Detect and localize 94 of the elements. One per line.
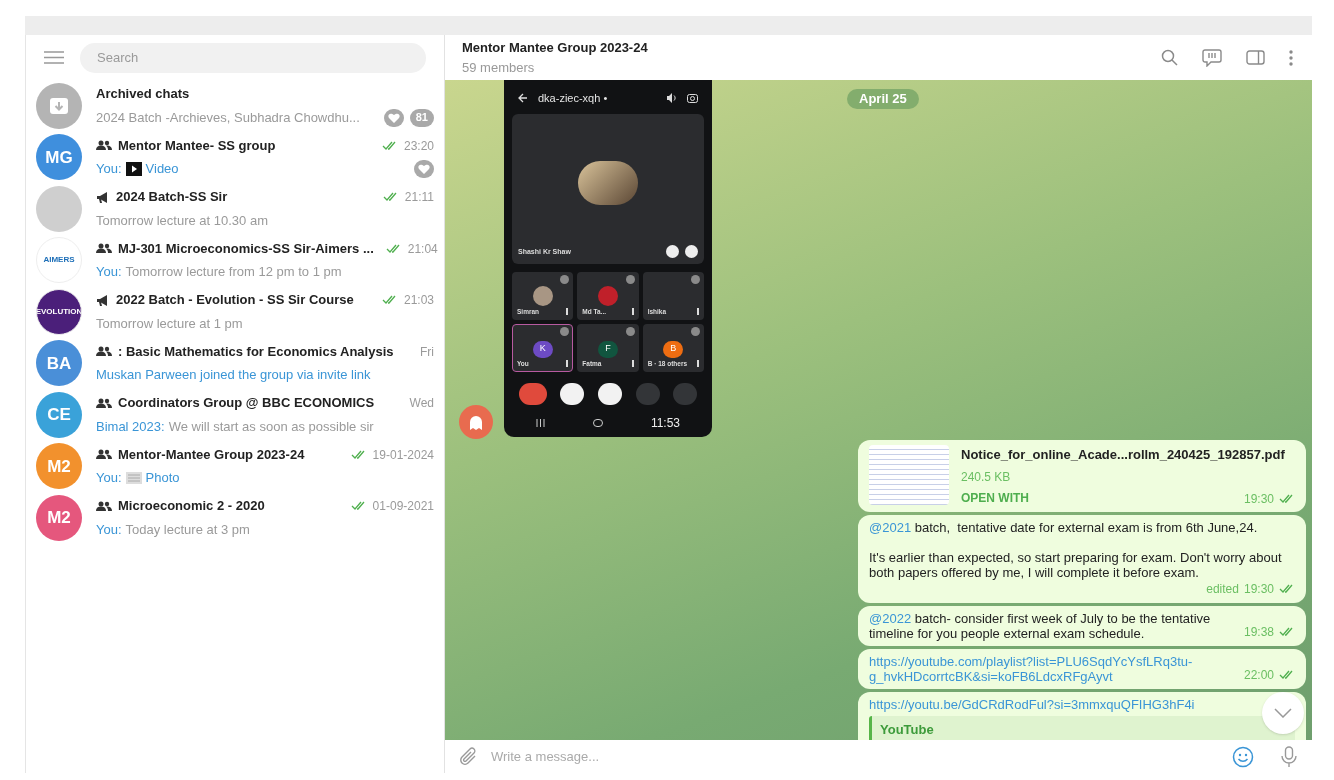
emoji-icon[interactable] <box>1232 745 1254 768</box>
search-icon[interactable] <box>1161 49 1178 66</box>
message-time: 19:30 <box>1243 490 1274 508</box>
edited-label: edited <box>1206 580 1239 598</box>
chat-list-item[interactable]: AIMERS MJ-301 Microeconomics-SS Sir-Aimers ... 21:04 You: Tomorrow lecture from 12 pm to 1 pm <box>26 234 444 286</box>
chat-title: Mentor Mantee Group 2023-24 <box>462 39 649 57</box>
avatar: MG <box>36 134 82 181</box>
group-icon <box>96 140 112 151</box>
participant-avatar: K <box>532 340 553 358</box>
back-arrow-icon <box>518 93 528 104</box>
chat-time: 19-01-2024 <box>372 446 434 464</box>
side-panel-icon[interactable] <box>1246 50 1265 65</box>
microphone-icon[interactable] <box>1280 745 1298 768</box>
preview-sender: You: <box>96 469 122 488</box>
photo-placeholder <box>578 160 638 205</box>
participant-avatar: F <box>598 340 618 358</box>
file-size: 240.5 KB <box>961 468 1012 486</box>
date-label: April 25 <box>847 89 919 109</box>
chat-list-item[interactable]: M2 Microeconomic 2 - 2020 01-09-2021 You: Today lecture at 3 pm <box>26 492 444 544</box>
chat-list-item[interactable]: 2024 Batch-SS Sir 21:11 Tomorrow lecture at 10.30 am <box>26 183 444 235</box>
chat-title: : Basic Mathematics for Economics Analysis <box>118 342 394 361</box>
chat-preview: Muskan Parween joined the group via invite link <box>96 366 371 385</box>
chat-title: Microeconomic 2 - 2020 <box>118 497 265 516</box>
preview-sender: You: <box>96 263 122 282</box>
archive-icon <box>49 96 69 115</box>
home-icon <box>592 418 603 427</box>
preview-sender: You: <box>96 520 122 539</box>
chat-preview: 2024 Batch -Archieves, Subhadra Chowdhu... <box>96 108 360 127</box>
preview-sender: Bimal 2023: <box>96 417 165 436</box>
unread-count-badge: 81 <box>409 108 434 127</box>
group-icon <box>96 449 112 460</box>
message-text: @2021 batch, tentative date for external exam is from 6th June,24. <box>869 519 1259 535</box>
camera-switch-icon <box>687 93 698 104</box>
megaphone-icon <box>96 294 110 306</box>
chat-list-item[interactable]: EVOLUTION 2022 Batch - Evolution - SS Sir Course 21:03 Tomorrow lecture at 1 pm <box>26 286 444 338</box>
avatar: M2 <box>36 443 82 490</box>
chat-time: 21:04 <box>407 240 438 258</box>
chat-time: Fri <box>420 343 434 361</box>
chat-time: 01-09-2021 <box>372 498 434 515</box>
chat-title: Coordinators Group @ BBC ECONOMICS <box>118 394 375 413</box>
chat-list-item[interactable]: CE Coordinators Group @ BBC ECONOMICS Wed Bimal 2023: We will start as soon as possible sir <box>26 389 444 441</box>
speaker-icon <box>666 93 677 104</box>
logo-text: AIMERS <box>43 254 75 267</box>
chat-preview: Photo <box>145 469 180 488</box>
group-icon <box>96 243 112 254</box>
chat-title: Archived chats <box>96 85 190 104</box>
message-text: @2022 batch- consider first week of July to be the tentative timeline for you people external exam schedule. <box>869 610 1212 641</box>
video-thumbnail-icon <box>125 162 142 176</box>
chat-title: Mentor Mantee- SS group <box>118 136 276 155</box>
chat-time: 21:03 <box>403 292 434 309</box>
chat-preview: We will start as soon as possible sir <box>168 417 374 436</box>
participant-avatar: B <box>663 340 684 358</box>
logo-text: EVOLUTION <box>37 305 81 318</box>
chat-preview: Tomorrow lecture at 1 pm <box>96 314 243 333</box>
chat-preview: Video <box>145 160 179 179</box>
chat-time: Wed <box>409 395 434 412</box>
message-time: 19:30 <box>1243 580 1274 598</box>
chat-list-item[interactable]: MG Mentor Mantee- SS group 23:20 You: Video <box>26 131 444 183</box>
chat-time: 21:11 <box>404 189 434 206</box>
message-input[interactable]: Write a message... <box>491 746 1220 767</box>
message-text: It's earlier than expected, so start preparing for exam. Don't worry about both papers offered by me, I will complete it before exam. <box>869 549 1283 580</box>
chat-title: 2024 Batch-SS Sir <box>116 188 228 207</box>
preview-sender: You: <box>96 160 122 179</box>
file-name: Notice_for_online_Acade...rollm_240425_192857.pdf <box>961 446 1286 464</box>
group-icon <box>96 346 112 357</box>
menu-icon[interactable] <box>44 51 64 64</box>
chat-preview: Today lecture at 3 pm <box>125 520 250 539</box>
chevron-down-icon <box>1274 708 1292 718</box>
chat-preview: Tomorrow lecture from 12 pm to 1 pm <box>125 263 342 282</box>
megaphone-icon <box>96 191 110 203</box>
chat-title: Mentor-Mantee Group 2023-24 <box>118 445 305 464</box>
chat-list-item[interactable]: M2 Mentor-Mantee Group 2023-24 19-01-2024 You: Photo <box>26 440 444 492</box>
call-code: dka-ziec-xqh • <box>538 90 609 106</box>
member-count: 59 members <box>462 58 536 77</box>
speech-bubble-icon[interactable] <box>1202 48 1222 67</box>
chat-time: 23:20 <box>403 137 434 155</box>
photo-thumbnail-icon <box>125 472 142 484</box>
chat-title: MJ-301 Microeconomics-SS Sir-Aimers ... <box>118 239 374 258</box>
preview-site-name: YouTube <box>880 721 934 737</box>
chat-list-item[interactable]: BA : Basic Mathematics for Economics Analysis Fri Muskan Parween joined the group via invite link <box>26 337 444 389</box>
message-time: 19:38 <box>1243 623 1274 641</box>
recent-apps-icon <box>535 418 545 427</box>
avatar: CE <box>36 391 82 438</box>
chat-list-item[interactable]: Archived chats 2024 Batch -Archieves, Subhadra Chowdhu... 81 <box>26 80 444 132</box>
avatar: BA <box>36 340 82 387</box>
clock-text: 11:53 <box>650 414 680 432</box>
ghost-icon <box>469 414 483 430</box>
message-time: 22:00 <box>1243 666 1274 684</box>
group-icon <box>96 500 112 512</box>
group-icon <box>96 397 112 409</box>
search-field[interactable]: Search <box>80 42 426 73</box>
chat-preview: Tomorrow lecture at 10.30 am <box>96 211 268 230</box>
chat-title: 2022 Batch - Evolution - SS Sir Course <box>116 291 354 310</box>
avatar: M2 <box>36 494 82 541</box>
